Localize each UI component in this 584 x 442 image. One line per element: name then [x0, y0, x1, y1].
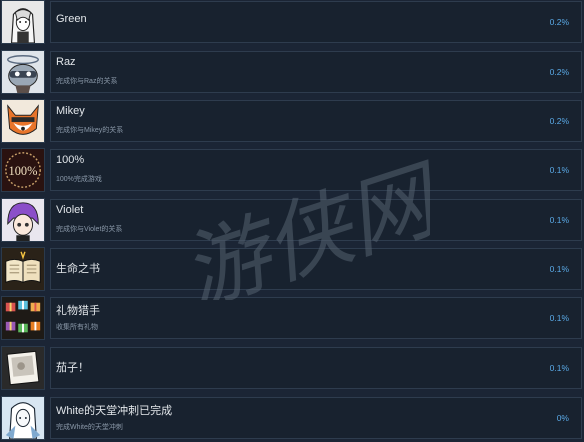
achievement-percent: 0.2% [549, 17, 569, 27]
achievement-row[interactable]: 100% 100% 100%完成游戏 0.1% [0, 148, 584, 194]
achievement-bar: 100% 100%完成游戏 0.1% [50, 149, 582, 191]
achievement-title: White的天堂冲刺已完成 [56, 405, 173, 417]
achievement-percent: 0.2% [549, 116, 569, 126]
achievement-title: 茄子！ [56, 362, 89, 374]
raccoon-portrait-icon [1, 50, 45, 94]
photo-card-icon [1, 346, 45, 390]
achievement-desc: 完成你与Raz的关系 [56, 78, 118, 85]
achievement-bar: 礼物猎手 收集所有礼物 0.1% [50, 297, 582, 339]
achievement-row[interactable]: Mikey 完成你与Mikey的关系 0.2% [0, 99, 584, 145]
achievement-desc: 100%完成游戏 [56, 176, 102, 183]
achievement-percent: 0.1% [549, 264, 569, 274]
hundred-percent-icon: 100% [1, 148, 45, 192]
white-portrait-icon [1, 396, 45, 440]
achievement-percent: 0.1% [549, 363, 569, 373]
achievement-bar: 茄子！ 0.1% [50, 347, 582, 389]
achievement-row[interactable]: Green 0.2% [0, 0, 584, 46]
open-book-icon [1, 247, 45, 291]
achievement-percent: 0% [556, 413, 569, 423]
achievement-row[interactable]: 礼物猎手 收集所有礼物 0.1% [0, 296, 584, 342]
achievement-bar: Green 0.2% [50, 1, 582, 43]
achievement-bar: 生命之书 0.1% [50, 248, 582, 290]
achievement-row[interactable]: Raz 完成你与Raz的关系 0.2% [0, 50, 584, 96]
achievement-bar: Raz 完成你与Raz的关系 0.2% [50, 51, 582, 93]
achievement-percent: 0.1% [549, 165, 569, 175]
achievement-desc: 收集所有礼物 [56, 324, 98, 331]
achievement-title: 100% [56, 154, 85, 166]
achievement-bar: White的天堂冲刺已完成 完成White的天堂冲刺 0% [50, 397, 582, 439]
achievement-desc: 完成White的天堂冲刺 [56, 424, 123, 431]
achievement-bar: Mikey 完成你与Mikey的关系 0.2% [50, 100, 582, 142]
achievement-title: Green [56, 13, 87, 25]
achievement-row[interactable]: Violet 完成你与Violet的关系 0.1% [0, 198, 584, 244]
svg-text:100%: 100% [9, 164, 38, 178]
fox-portrait-icon [1, 99, 45, 143]
achievement-bar: Violet 完成你与Violet的关系 0.1% [50, 199, 582, 241]
achievement-row[interactable]: 生命之书 0.1% [0, 247, 584, 293]
achievement-percent: 0.2% [549, 67, 569, 77]
violet-portrait-icon [1, 198, 45, 242]
white-hair-portrait-icon [1, 0, 45, 44]
achievement-title: Violet [56, 204, 84, 216]
achievement-row[interactable]: 茄子！ 0.1% [0, 346, 584, 392]
achievement-title: 生命之书 [56, 263, 100, 275]
achievement-row[interactable]: White的天堂冲刺已完成 完成White的天堂冲刺 0% [0, 396, 584, 442]
achievement-desc: 完成你与Violet的关系 [56, 226, 123, 233]
achievement-percent: 0.1% [549, 215, 569, 225]
achievement-desc: 完成你与Mikey的关系 [56, 127, 124, 134]
achievement-percent: 0.1% [549, 313, 569, 323]
achievement-title: Mikey [56, 105, 85, 117]
achievement-title: Raz [56, 56, 76, 68]
achievement-title: 礼物猎手 [56, 305, 100, 317]
gift-boxes-icon [1, 296, 45, 340]
